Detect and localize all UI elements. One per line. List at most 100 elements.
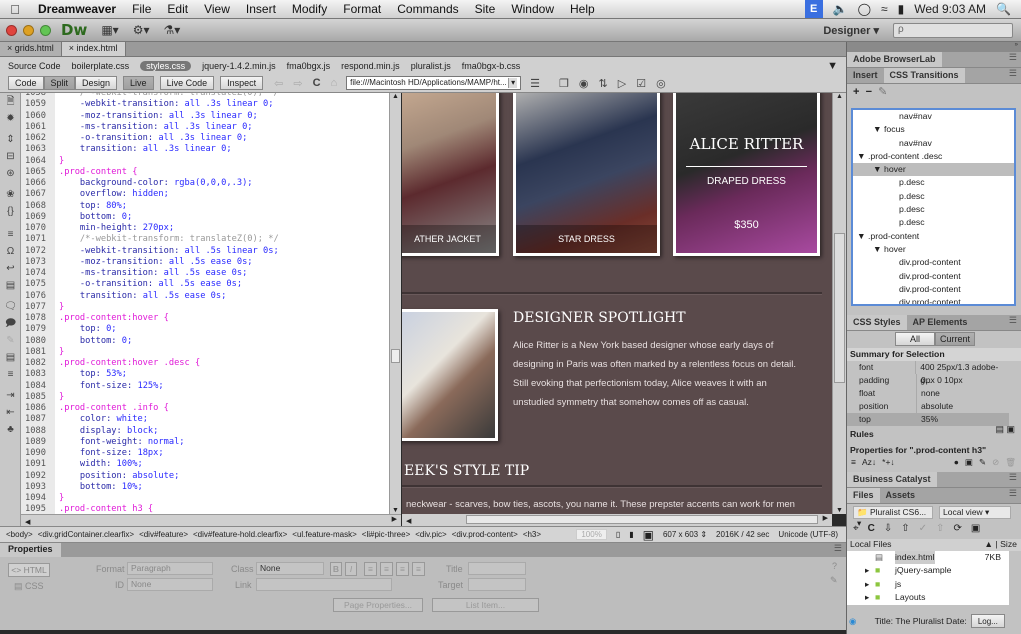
summary-row[interactable]: top 35% [847,413,1009,426]
menu-window[interactable]: Window [503,2,562,16]
transition-tree-item[interactable]: ▼ .prod-content .desc [853,150,1014,163]
checkin-icon[interactable]: ⇧ [936,523,944,534]
move-css-icon[interactable]: ≡ [0,366,21,383]
live-view-options-icon[interactable]: ☰ [530,77,540,90]
back-icon[interactable]: ⇦ [274,77,283,90]
open-documents-icon[interactable]: 🗎 [0,93,21,110]
tag-prod-content[interactable]: <div.prod-content> [452,530,518,539]
menu-view[interactable]: View [196,2,238,16]
sync-icon[interactable]: ⟳ [953,523,961,534]
apply-comment-icon[interactable]: 🗨 [0,298,21,315]
code-horizontal-scrollbar[interactable]: ◀ ▶ [21,514,401,526]
split-view-button[interactable]: Split [43,76,76,90]
scroll-left-icon[interactable]: ◀ [406,518,411,525]
outdent-button[interactable]: ≡ [396,562,409,576]
close-window-button[interactable] [6,24,17,36]
menu-commands[interactable]: Commands [389,2,466,16]
file-item[interactable]: ▸ ■ js [847,578,1009,591]
evernote-icon[interactable]: E [804,0,823,18]
page-properties-button[interactable]: Page Properties... [333,598,423,612]
tab-grids-html[interactable]: × grids.html [0,42,62,56]
link-input[interactable] [256,578,392,591]
summary-row[interactable]: position absolute [847,400,1009,413]
panel-menu-icon[interactable]: ☰ [1009,315,1021,330]
transition-tree-item[interactable]: p.desc [853,190,1014,203]
set-properties-icon[interactable]: *+↓ [882,457,895,468]
format-select[interactable]: Paragraph [127,562,213,575]
scroll-down-icon[interactable]: ▼ [833,507,846,514]
files-tree[interactable]: ▤ index.html 7KB ▸ ■ jQuery-sample ▸ ■ js ▸ ■ Layou… [847,551,1009,605]
transition-tree-item[interactable]: div.prod-content [853,256,1014,269]
transition-tree-item[interactable]: nav#nav [853,137,1014,150]
bold-button[interactable]: B [330,562,342,576]
scroll-down-icon[interactable]: ▼ [390,507,401,514]
class-select[interactable]: None [256,562,324,575]
home-icon[interactable]: ⌂ [331,77,338,89]
transition-tree-item[interactable]: p.desc [853,176,1014,189]
italic-button[interactable]: I [345,562,357,576]
product-card-draped-dress[interactable]: ALICE RITTER DRAPED DRESS $350 [673,93,820,256]
summary-row[interactable]: float none [847,387,1009,400]
expand-all-icon[interactable]: ⊛ [0,165,21,182]
edit-rule-icon[interactable]: ✎ [979,457,986,468]
log-button[interactable]: Log... [970,614,1005,628]
tab-files[interactable]: Files [847,488,880,503]
scroll-up-icon[interactable]: ▲ [390,93,401,100]
panel-menu-icon[interactable]: ☰ [1009,52,1021,67]
filter-icon[interactable]: ▼ [827,60,838,72]
attach-stylesheet-icon[interactable]: ● [954,457,959,468]
remove-comment-icon[interactable]: 🗩 [0,315,21,332]
html-mode-button[interactable]: <> HTML [8,563,50,577]
tag-pic-three[interactable]: <li#pic-three> [362,530,410,539]
related-file-fma0bgx[interactable]: fma0bgx.js [287,61,331,71]
tag-feature-hold[interactable]: <div#feature-hold.clearfix> [193,530,287,539]
list-view-icon[interactable]: Az↓ [862,457,876,468]
zoom-window-button[interactable] [40,24,51,36]
volume-icon[interactable]: 🔈 [833,2,848,16]
size-column[interactable]: ▲ | Size [984,539,1021,551]
tag-grid-container[interactable]: <div.gridContainer.clearfix> [38,530,134,539]
product-card-leather-jacket[interactable]: ATHER JACKET [402,93,499,256]
balance-braces-icon[interactable]: {} [0,203,21,220]
code-scroll-thumb[interactable] [391,349,400,363]
menu-file[interactable]: File [124,2,159,16]
tab-browserlab[interactable]: Adobe BrowserLab [847,52,942,67]
syntax-coloring-icon[interactable]: ▤ [0,277,21,294]
transition-tree-item[interactable]: nav#nav [853,110,1014,123]
rules-view-icons[interactable]: ▤ ▣ [995,424,1015,435]
tag-body[interactable]: <body> [6,530,33,539]
transition-tree-item[interactable]: p.desc [853,216,1014,229]
menu-app-name[interactable]: Dreamweaver [30,2,124,16]
collapse-dock-icon[interactable]: » [847,42,1021,52]
menu-format[interactable]: Format [335,2,389,16]
tag-pic[interactable]: <div.pic> [415,530,446,539]
indent-code-icon[interactable]: ⇥ [0,387,21,404]
zoom-select[interactable]: 100% [576,529,607,540]
live-view-vertical-scrollbar[interactable]: ▲ ▼ [832,93,846,514]
delete-rule-icon[interactable]: 🗑 [1005,457,1016,468]
local-files-column[interactable]: Local Files [850,539,892,551]
site-icon[interactable]: ⚗▾ [163,23,180,37]
workspace-switcher[interactable]: Designer ▾ [823,24,879,37]
tab-insert[interactable]: Insert [847,68,884,83]
forward-icon[interactable]: ⇨ [293,77,302,90]
file-management-icon[interactable]: ⇅ [599,77,608,90]
code-view[interactable]: 1058 1059 1060 1061 1062 1063 1064 1065 1066 1067… [21,93,389,514]
multiscreen-icon[interactable]: ❐ [559,77,569,90]
view-select[interactable]: Local view ▾ [939,506,1011,519]
live-code-button[interactable]: Live Code [159,76,215,90]
w3c-validation-icon[interactable]: ▷ [618,77,626,90]
indent-button[interactable]: ≡ [412,562,425,576]
menu-site[interactable]: Site [467,2,504,16]
scroll-right-icon[interactable]: ▶ [392,515,397,523]
transition-tree-item[interactable]: ▼ .prod-content [853,230,1014,243]
menu-help[interactable]: Help [562,2,603,16]
apple-menu-icon[interactable]:  [0,2,30,17]
help-search-input[interactable]: ρ [893,22,1013,38]
tablet-size-icon[interactable]: ▮ [629,530,633,539]
ordered-list-button[interactable]: ≡ [380,562,393,576]
transition-tree-item[interactable]: ▼ hover [853,163,1014,177]
window-size-select[interactable]: 607 x 603 ⇕ [663,530,707,539]
panel-menu-icon[interactable]: ☰ [1009,68,1021,83]
inspect-button[interactable]: Inspect [220,76,264,90]
